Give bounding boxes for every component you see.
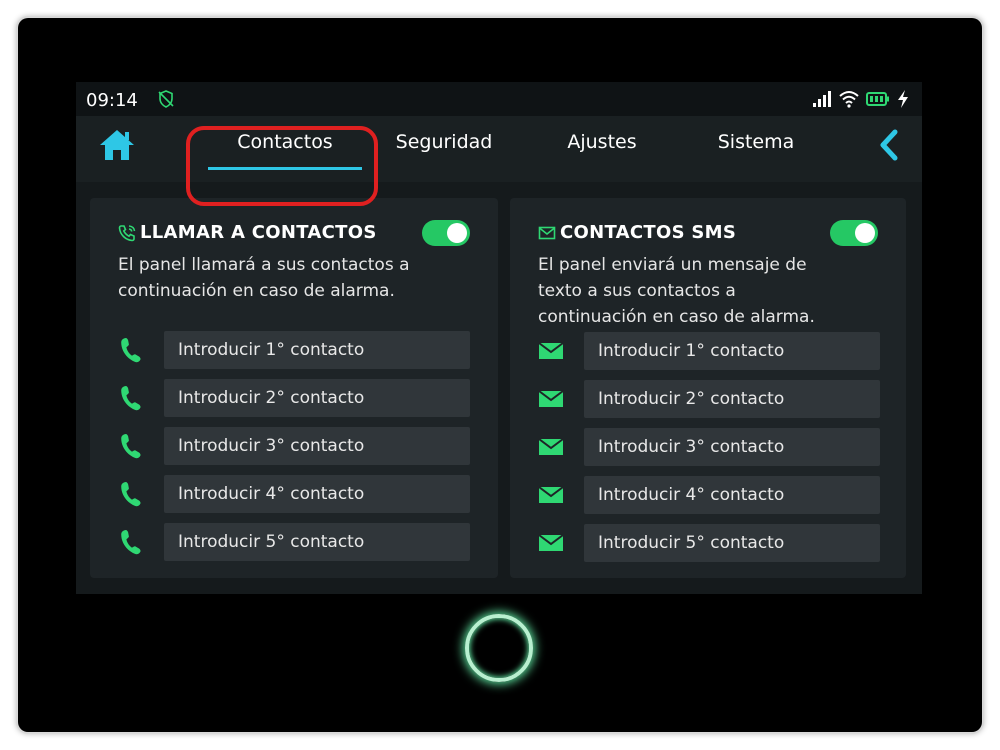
- tab-ajustes[interactable]: Ajustes: [542, 130, 662, 172]
- sms-contact-input-3[interactable]: [584, 428, 880, 466]
- sms-contacts-toggle[interactable]: [830, 220, 878, 246]
- nav-bar: Contactos Seguridad Ajustes Sistema: [76, 116, 922, 182]
- panel-description: El panel llamará a sus contactos a conti…: [118, 252, 410, 304]
- phone-icon: [121, 433, 141, 459]
- panel-description: El panel enviará un mensaje de texto a s…: [538, 252, 815, 330]
- wifi-icon: [839, 91, 859, 108]
- sms-contact-input-2[interactable]: [584, 380, 880, 418]
- call-contacts-panel: LLAMAR A CONTACTOS El panel llamará a su…: [90, 198, 498, 578]
- toggle-knob: [855, 223, 875, 243]
- envelope-icon: [538, 534, 564, 551]
- home-icon[interactable]: [98, 128, 136, 162]
- description-line: texto a sus contactos a: [538, 281, 736, 301]
- envelope-icon: [538, 342, 564, 359]
- contact-row: [118, 331, 470, 369]
- sms-contact-input-4[interactable]: [584, 476, 880, 514]
- sms-contacts-panel: CONTACTOS SMS El panel enviará un mensaj…: [510, 198, 906, 578]
- contact-row: [538, 524, 880, 562]
- description-line: El panel enviará un mensaje de: [538, 255, 807, 275]
- panel-title: LLAMAR A CONTACTOS: [140, 222, 377, 243]
- status-icons: [812, 88, 910, 110]
- signal-icon: [813, 91, 831, 107]
- status-bar: 09:14: [76, 82, 922, 116]
- envelope-icon: [538, 486, 564, 503]
- active-tab-indicator: [208, 167, 362, 170]
- tab-label: Contactos: [237, 131, 333, 153]
- call-contact-input-3[interactable]: [164, 427, 470, 465]
- contact-row: [118, 427, 470, 465]
- contact-row: [538, 428, 880, 466]
- tab-seguridad[interactable]: Seguridad: [376, 130, 512, 172]
- charging-icon: [898, 90, 908, 108]
- phone-icon: [121, 337, 141, 363]
- envelope-icon: [538, 438, 564, 455]
- phone-call-icon: [118, 225, 136, 242]
- description-line: continuación en caso de alarma.: [538, 307, 815, 327]
- contact-row: [538, 476, 880, 514]
- toggle-knob: [447, 223, 467, 243]
- call-contact-input-4[interactable]: [164, 475, 470, 513]
- shield-off-icon: [158, 90, 174, 108]
- call-contact-input-1[interactable]: [164, 331, 470, 369]
- phone-icon: [121, 385, 141, 411]
- contact-row: [538, 380, 880, 418]
- sms-contact-input-5[interactable]: [584, 524, 880, 562]
- contact-row: [538, 332, 880, 370]
- mail-icon: [538, 226, 556, 240]
- tab-label: Seguridad: [395, 131, 493, 153]
- phone-icon: [121, 481, 141, 507]
- call-contact-input-2[interactable]: [164, 379, 470, 417]
- contact-row: [118, 475, 470, 513]
- panel-title: CONTACTOS SMS: [560, 222, 737, 243]
- screen: 09:14 Contactos Seguridad Ajustes Sistem…: [76, 82, 922, 594]
- chevron-left-icon[interactable]: [876, 128, 902, 162]
- tab-label: Sistema: [717, 131, 795, 153]
- device-frame: 09:14 Contactos Seguridad Ajustes Sistem…: [18, 18, 982, 732]
- description-line: El panel llamará a sus contactos a: [118, 255, 410, 275]
- description-line: continuación en caso de alarma.: [118, 281, 395, 301]
- call-contact-input-5[interactable]: [164, 523, 470, 561]
- contact-row: [118, 379, 470, 417]
- phone-icon: [121, 529, 141, 555]
- tab-sistema[interactable]: Sistema: [696, 130, 816, 172]
- tab-label: Ajustes: [567, 131, 637, 153]
- call-contacts-toggle[interactable]: [422, 220, 470, 246]
- status-time: 09:14: [86, 90, 138, 111]
- physical-home-button[interactable]: [465, 614, 533, 682]
- contact-row: [118, 523, 470, 561]
- sms-contact-input-1[interactable]: [584, 332, 880, 370]
- battery-icon: [866, 92, 889, 106]
- envelope-icon: [538, 390, 564, 407]
- tab-contactos[interactable]: Contactos: [208, 130, 362, 172]
